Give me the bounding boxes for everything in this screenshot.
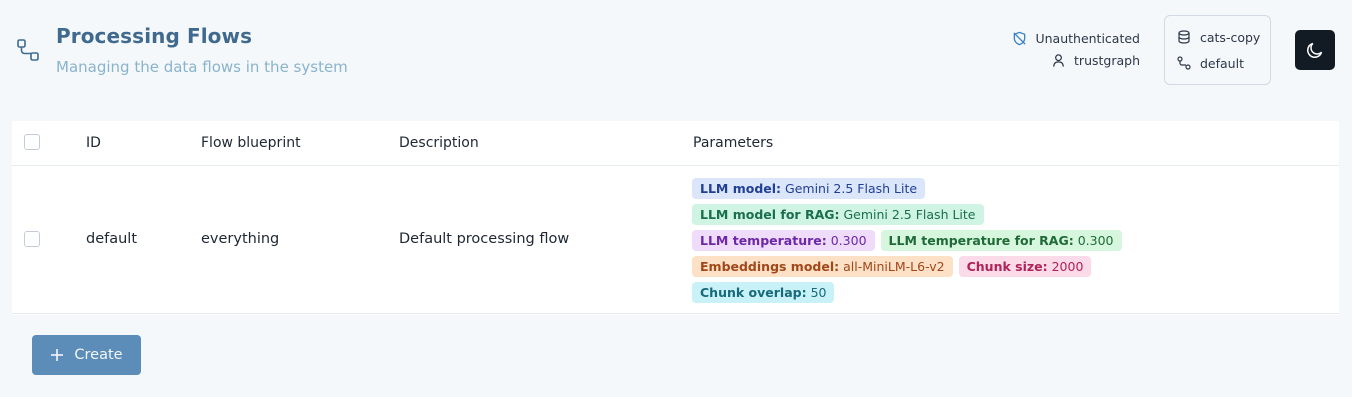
page-header: Processing Flows Managing the data flows…	[0, 0, 1352, 100]
param-badge: LLM model for RAG: Gemini 2.5 Flash Lite	[692, 204, 984, 225]
param-value: all-MiniLM-L6-v2	[843, 259, 945, 274]
collection-row: cats-copy	[1177, 29, 1270, 45]
flow-row: default	[1177, 55, 1270, 71]
param-key: LLM model:	[700, 181, 782, 196]
param-key: Chunk overlap:	[700, 285, 807, 300]
moon-icon	[1307, 42, 1323, 58]
column-header-blueprint[interactable]: Flow blueprint	[201, 135, 301, 151]
page-title: Processing Flows	[56, 24, 253, 48]
param-key: LLM temperature:	[700, 233, 827, 248]
param-value: 0.300	[830, 233, 867, 248]
flow-label: default	[1200, 55, 1244, 71]
workspace-selector[interactable]: cats-copy default	[1164, 15, 1271, 85]
page-subtitle: Managing the data flows in the system	[56, 58, 348, 76]
param-badge: LLM temperature: 0.300	[692, 230, 875, 251]
param-badge: Chunk overlap: 50	[692, 282, 835, 303]
column-header-parameters[interactable]: Parameters	[693, 135, 773, 151]
table-header: ID Flow blueprint Description Parameters	[12, 121, 1339, 166]
flow-icon	[17, 39, 39, 61]
flow-description-cell: Default processing flow	[399, 231, 570, 247]
user-icon	[1053, 53, 1064, 67]
theme-toggle-button[interactable]	[1295, 30, 1335, 70]
param-badge: Embeddings model: all-MiniLM-L6-v2	[692, 256, 953, 277]
param-badge: LLM model: Gemini 2.5 Flash Lite	[692, 178, 926, 199]
collection-label: cats-copy	[1200, 29, 1261, 45]
param-value: Gemini 2.5 Flash Lite	[843, 207, 976, 222]
plus-icon	[51, 349, 64, 361]
user-row: trustgraph	[1051, 52, 1140, 68]
param-value: 2000	[1051, 259, 1084, 274]
flow-id-cell: default	[86, 231, 138, 247]
parameters-cell: LLM model: Gemini 2.5 Flash Lite LLM mod…	[692, 178, 1122, 303]
param-badge: Chunk size: 2000	[958, 256, 1092, 277]
flows-table: ID Flow blueprint Description Parameters…	[12, 121, 1339, 315]
select-all-checkbox[interactable]	[24, 134, 40, 150]
user-label: trustgraph	[1074, 52, 1140, 68]
param-value: 0.300	[1077, 233, 1114, 248]
create-flow-button[interactable]: Create	[32, 335, 141, 375]
auth-row: Unauthenticated	[1012, 30, 1140, 46]
param-key: LLM temperature for RAG:	[888, 233, 1074, 248]
param-key: Chunk size:	[966, 259, 1048, 274]
param-key: Embeddings model:	[700, 259, 840, 274]
column-header-description[interactable]: Description	[399, 135, 479, 151]
param-key: LLM model for RAG:	[700, 207, 840, 222]
param-value: Gemini 2.5 Flash Lite	[785, 181, 918, 196]
flow-blueprint-cell: everything	[201, 231, 280, 247]
auth-status-label: Unauthenticated	[1035, 30, 1140, 46]
param-badge: LLM temperature for RAG: 0.300	[880, 230, 1122, 251]
shield-off-icon	[1013, 31, 1027, 45]
database-icon	[1178, 30, 1190, 44]
row-checkbox[interactable]	[24, 231, 40, 247]
create-button-label: Create	[74, 347, 123, 363]
table-row[interactable]: default everything Default processing fl…	[12, 166, 1339, 314]
route-icon	[1177, 56, 1191, 70]
auth-status: Unauthenticated trustgraph	[1012, 30, 1140, 68]
column-header-id[interactable]: ID	[86, 135, 101, 151]
param-value: 50	[810, 285, 827, 300]
